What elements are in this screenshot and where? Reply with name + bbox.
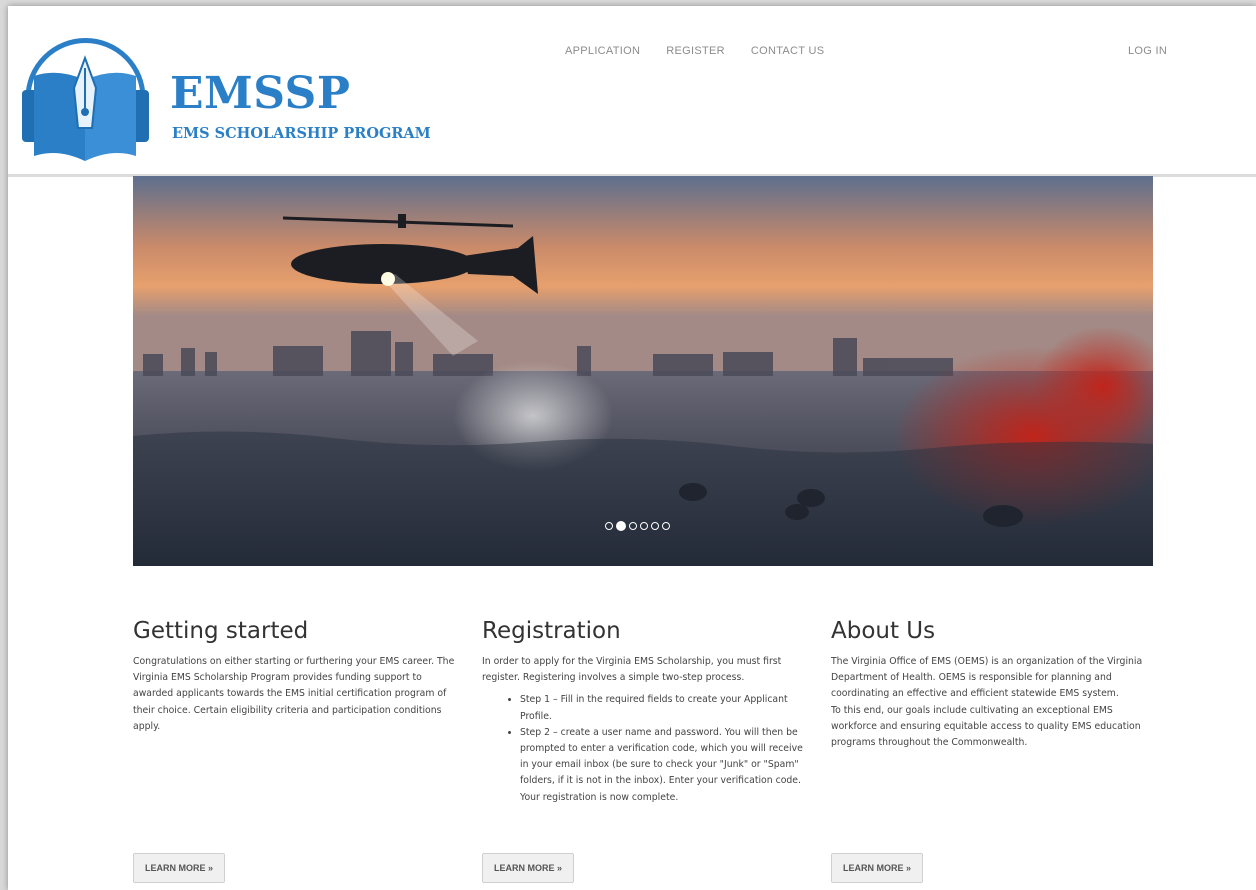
brand-title[interactable]: EMSSP	[170, 68, 350, 119]
nav-application[interactable]: APPLICATION	[565, 45, 640, 57]
carousel-dot-6[interactable]	[662, 522, 670, 530]
carousel-dot-1[interactable]	[605, 522, 613, 530]
section-title: Getting started	[133, 618, 309, 644]
section-body: In order to apply for the Virginia EMS S…	[482, 656, 782, 684]
carousel-dot-2[interactable]	[616, 521, 626, 531]
carousel-dot-3[interactable]	[629, 522, 637, 530]
carousel-dot-5[interactable]	[651, 522, 659, 530]
hero-image	[133, 176, 1153, 566]
hero-carousel[interactable]	[133, 176, 1153, 566]
about-us-section: About Us The Virginia Office of EMS (OEM…	[831, 618, 1153, 751]
section-body: Congratulations on either starting or fu…	[133, 656, 455, 732]
carousel-dot-4[interactable]	[640, 522, 648, 530]
brand-subtitle: EMS SCHOLARSHIP PROGRAM	[172, 125, 431, 142]
nav-register[interactable]: REGISTER	[666, 45, 725, 57]
list-item: Step 1 – Fill in the required fields to …	[520, 692, 804, 724]
list-item: Step 2 – create a user name and password…	[520, 725, 804, 806]
about-us-learn-more-button[interactable]: LEARN MORE »	[831, 853, 923, 883]
login-link[interactable]: LOG IN	[1128, 45, 1167, 57]
nav-contact-us[interactable]: CONTACT US	[751, 45, 825, 57]
main-nav: APPLICATION REGISTER CONTACT US	[565, 45, 824, 57]
section-body-2: To this end, our goals include cultivati…	[831, 704, 1141, 749]
registration-steps: Step 1 – Fill in the required fields to …	[482, 692, 804, 805]
section-body: The Virginia Office of EMS (OEMS) is an …	[831, 656, 1143, 700]
carousel-indicators	[605, 521, 670, 531]
book-pen-logo-icon[interactable]	[18, 28, 153, 163]
page-frame: EMSSP EMS SCHOLARSHIP PROGRAM APPLICATIO…	[8, 6, 1256, 890]
section-title: Registration	[482, 618, 621, 644]
registration-learn-more-button[interactable]: LEARN MORE »	[482, 853, 574, 883]
site-header: EMSSP EMS SCHOLARSHIP PROGRAM APPLICATIO…	[8, 6, 1256, 177]
getting-started-section: Getting started Congratulations on eithe…	[133, 618, 455, 735]
section-title: About Us	[831, 618, 936, 644]
registration-section: Registration In order to apply for the V…	[482, 618, 804, 806]
getting-started-learn-more-button[interactable]: LEARN MORE »	[133, 853, 225, 883]
